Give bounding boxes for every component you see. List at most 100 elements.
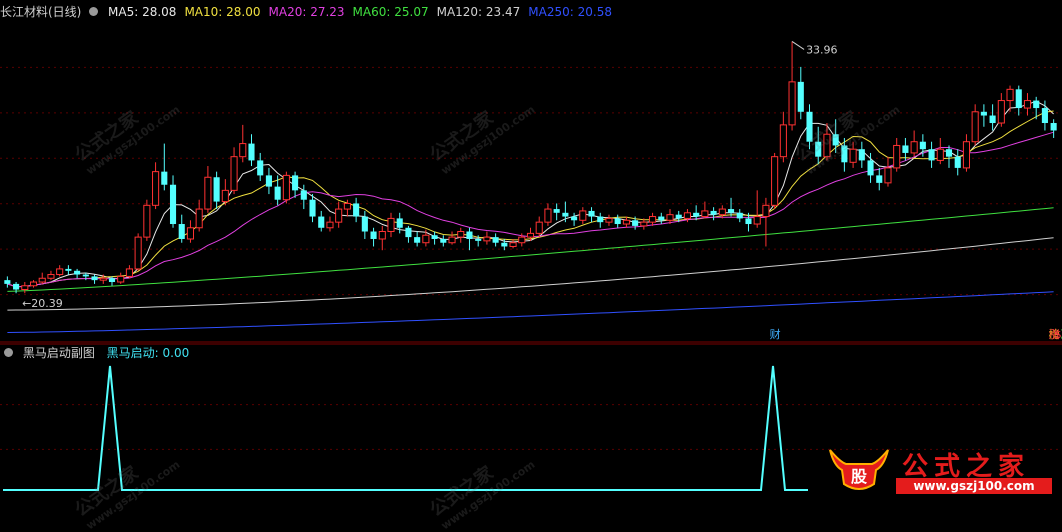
candle-body-up [701,210,709,218]
candle-body-up [143,204,151,238]
heima-signal-line [3,365,808,491]
candle-body-up [38,277,46,283]
candle-body-down [989,115,996,124]
candle-body-up [56,268,64,276]
candle-body-down [597,216,604,223]
brand-url[interactable]: www.gszj100.com [896,478,1052,494]
candle-body-down [74,270,81,275]
candle-body-down [1015,89,1022,109]
candle-body-down [161,171,168,185]
candle-body-up [1006,88,1014,102]
candle-body-up [640,221,648,227]
candle-body-down [693,212,700,217]
candle-body-down [710,210,717,215]
candle-body-down [396,218,403,228]
candle-body-up [971,111,979,143]
candle-body-down [91,276,98,281]
high-price-label: 33.96 [806,43,838,56]
high-pointer [791,41,805,50]
candle-body-up [230,156,238,191]
sub-indicator-toggle-icon[interactable] [4,348,13,357]
candle-body-up [221,189,229,203]
candle-body-down [954,156,961,168]
candle-body-down [841,145,848,163]
candle-body-down [169,184,177,225]
candle-body-up [666,214,674,221]
candle-body-up [823,133,831,158]
candle-body-down [370,231,377,239]
candle-body-down [562,212,569,217]
candle-body-up [186,227,195,240]
candle-body-down [318,216,325,228]
candle-body-down [736,212,743,219]
candle-body-up [21,285,29,290]
candle-body-up [1023,100,1032,109]
candle-body-down [475,238,482,241]
candle-body-down [440,238,447,243]
indicator-toggle-icon[interactable] [89,7,99,16]
candle-body-down [353,203,360,217]
candle-body-down [815,141,822,157]
low-price-label: ←20.39 [22,297,63,310]
candle-body-down [82,274,89,277]
main-chart-title: 长江材料(日线) [0,5,82,19]
candle-body-down [675,214,682,219]
ma-label-5: MA250: 20.58 [528,5,612,19]
candle-body-up [457,231,465,238]
candle-body-up [649,216,657,223]
candle-body-up [152,171,160,206]
svg-text:股: 股 [851,467,868,486]
candle-body-down [501,242,508,247]
candle-body-up [117,275,125,283]
candle-body-up [579,210,587,221]
candle-body-up [282,174,290,201]
candle-body-down [902,145,909,153]
candle-body-down [65,268,72,271]
candle-body-up [125,268,133,277]
candle-body-up [335,208,343,223]
candle-body-down [257,160,264,176]
candle-body-down [945,149,953,157]
candle-body-down [1033,100,1040,109]
candle-body-down [614,218,621,225]
candle-body-up [849,148,857,163]
candle-body-up [378,231,386,240]
ma-legend: MA5: 28.08 MA10: 28.00 MA20: 27.23 MA60: 25… [108,5,620,19]
candle-body-up [779,124,787,158]
candle-body-up [387,217,395,233]
candle-body-down [745,218,752,225]
candle-body-down [727,209,735,213]
candle-body-down [431,235,438,239]
candle-body-up [204,176,212,210]
ma-label-3: MA60: 25.07 [352,5,429,19]
candle-body-down [797,81,804,112]
candle-body-up [509,242,517,247]
candle-body-down [867,160,874,176]
candle-body-up [29,281,38,287]
candle-body-down [108,278,116,283]
candle-body-down [980,111,987,116]
candle-body-down [414,237,421,243]
candle-body-up [884,167,892,184]
candle-body-down [571,216,578,221]
candle-body-down [553,209,560,213]
candle-body-down [248,143,255,161]
candle-body-down [13,283,20,290]
candle-body-up [343,202,351,210]
candle-body-down [919,141,926,150]
sub-chart-header: 黑马启动副图 黑马启动: 0.00 [0,343,197,363]
ma-label-0: MA5: 28.08 [108,5,177,19]
candle-body-down [588,210,595,217]
sub-chart-title: 黑马启动副图 [22,346,95,360]
event-marker-0[interactable]: 财 [769,328,782,341]
candle-body-down [832,134,839,146]
candle-body-down [466,231,473,239]
bull-head-icon: 股 [829,449,889,490]
ma-label-4: MA120: 23.47 [436,5,521,19]
candle-body-down [213,177,220,202]
candle-body-down [1041,108,1048,124]
candle-body-up [997,100,1005,124]
ma10-line [7,110,1054,288]
candle-body-up [448,236,456,244]
candle-body-down [492,237,499,243]
